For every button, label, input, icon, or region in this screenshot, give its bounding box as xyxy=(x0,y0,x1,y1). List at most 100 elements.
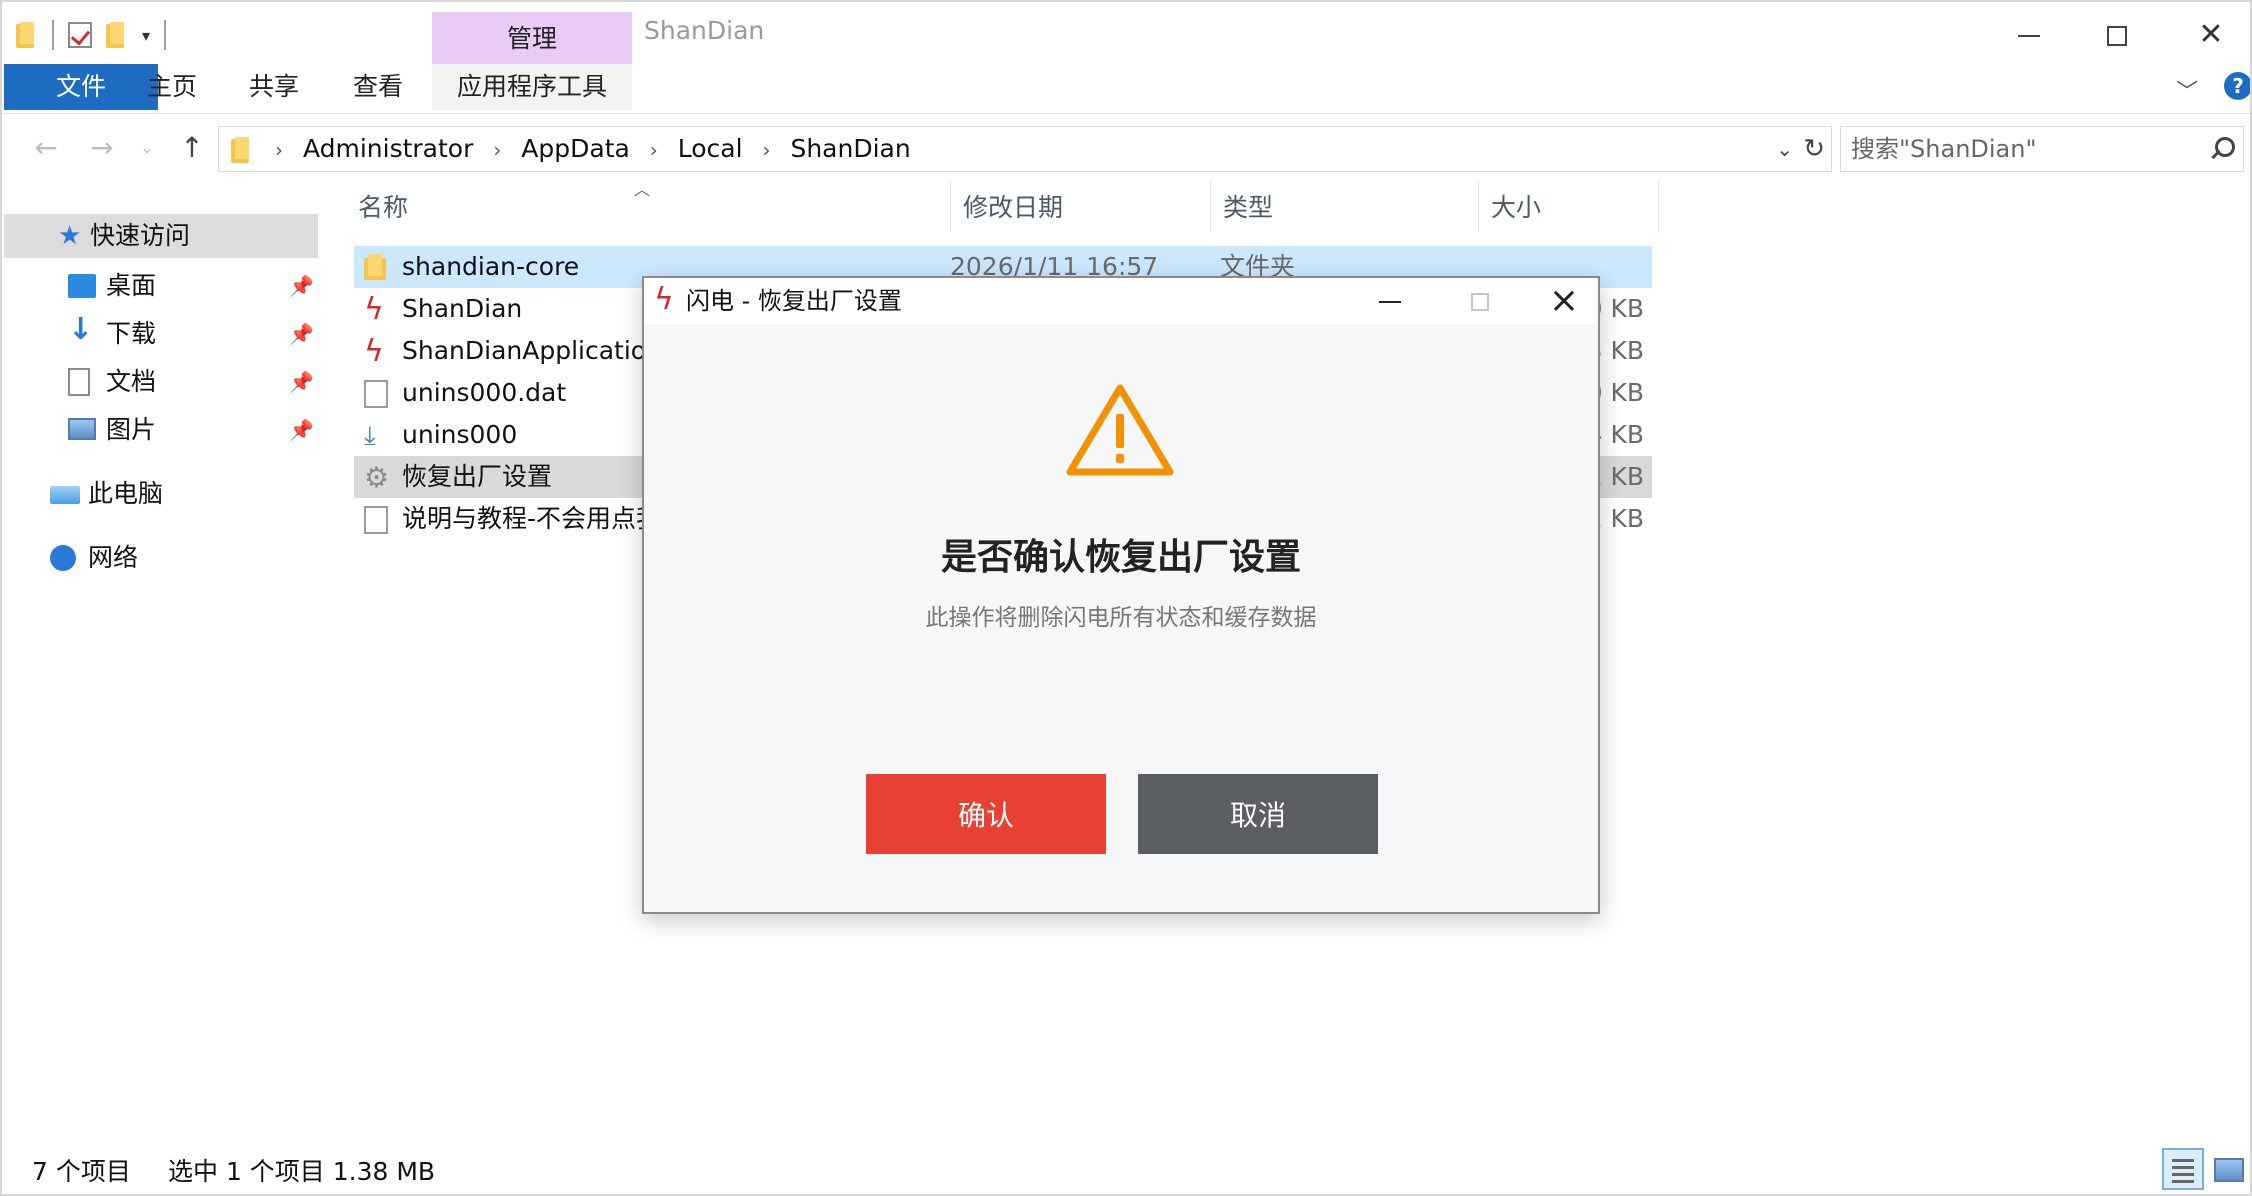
file-name: shandian-core xyxy=(402,252,580,281)
sidebar-item-label: 文档 xyxy=(106,367,157,396)
close-icon: × xyxy=(1548,280,1580,321)
manage-context-tab[interactable]: 管理 xyxy=(432,12,632,64)
minimize-button[interactable] xyxy=(1986,10,2072,60)
dialog-message: 此操作将删除闪电所有状态和缓存数据 xyxy=(925,605,1317,631)
navigation-pane: ★ 快速访问 桌面 📌 ↓ 下载 📌 文档 📌 图片 📌 此电脑 网络 xyxy=(2,180,320,1140)
close-button[interactable]: ✕ xyxy=(2168,10,2250,60)
breadcrumb-separator-icon[interactable]: › xyxy=(481,138,513,162)
maximize-button[interactable] xyxy=(2074,10,2160,60)
dialog-title-bar: ϟ 闪电 - 恢复出厂设置 × xyxy=(644,278,1598,324)
expand-ribbon-chevron-icon[interactable]: ﹀ xyxy=(2176,74,2206,105)
maximize-icon xyxy=(2107,25,2127,46)
minimize-icon xyxy=(1379,300,1401,303)
minimize-icon xyxy=(2018,34,2040,37)
dialog-title: 闪电 - 恢复出厂设置 xyxy=(686,287,902,315)
sidebar-item-this-pc[interactable]: 此电脑 xyxy=(50,472,310,516)
recent-locations-chevron-icon[interactable]: ⌄ xyxy=(132,128,162,168)
folder-icon xyxy=(16,22,38,48)
file-name: unins000.dat xyxy=(402,378,567,407)
status-selection: 选中 1 个项目 1.38 MB xyxy=(168,1157,436,1186)
search-input[interactable] xyxy=(1851,131,2191,167)
tab-application-tools[interactable]: 应用程序工具 xyxy=(432,64,632,110)
toolbar-separator xyxy=(164,20,167,50)
new-folder-icon[interactable] xyxy=(106,22,128,48)
star-icon: ★ xyxy=(58,221,82,251)
ribbon-tabs: 文件 主页 共享 查看 应用程序工具 ﹀ ? xyxy=(2,64,2250,114)
close-icon: ✕ xyxy=(2198,17,2224,52)
status-bar: 7 个项目 选中 1 个项目 1.38 MB xyxy=(32,1152,435,1188)
sidebar-item-pictures[interactable]: 图片 📌 xyxy=(68,408,318,452)
column-header-type[interactable]: 类型 xyxy=(1210,180,1480,232)
maximize-icon xyxy=(1471,292,1489,311)
column-header-size[interactable]: 大小 xyxy=(1478,180,1658,232)
folder-icon xyxy=(231,137,253,163)
breadcrumb-separator-icon[interactable]: › xyxy=(751,138,783,162)
column-divider xyxy=(1658,180,1659,232)
lightning-icon: ϟ xyxy=(364,334,384,369)
sidebar-item-label: 图片 xyxy=(106,415,157,444)
breadcrumb: › Administrator › AppData › Local › Shan… xyxy=(263,127,911,171)
dialog-heading: 是否确认恢复出厂设置 xyxy=(940,537,1301,578)
file-name: 恢复出厂设置 xyxy=(402,462,553,491)
file-icon xyxy=(364,380,388,408)
lightning-icon: ϟ xyxy=(654,282,674,317)
computer-icon xyxy=(50,486,80,504)
sidebar-item-desktop[interactable]: 桌面 📌 xyxy=(68,264,318,308)
up-arrow-icon[interactable]: ↑ xyxy=(172,128,212,168)
sidebar-item-label: 网络 xyxy=(88,543,139,572)
column-header-date[interactable]: 修改日期 xyxy=(950,180,1210,232)
tab-home[interactable]: 主页 xyxy=(128,64,216,110)
tab-share[interactable]: 共享 xyxy=(230,64,318,110)
pin-icon[interactable]: 📌 xyxy=(289,408,314,452)
dialog-close-button[interactable]: × xyxy=(1534,278,1594,324)
file-name: unins000 xyxy=(402,420,518,449)
file-name: 说明与教程-不会用点我 xyxy=(402,504,662,533)
help-icon[interactable]: ? xyxy=(2224,72,2250,100)
breadcrumb-separator-icon[interactable]: › xyxy=(638,138,670,162)
dialog-maximize-button[interactable] xyxy=(1450,278,1510,324)
large-icons-view-button[interactable] xyxy=(2208,1148,2250,1190)
title-bar: ▾ 管理 ShanDian ✕ xyxy=(2,2,2250,68)
dialog-minimize-button[interactable] xyxy=(1360,278,1420,324)
breadcrumb-local[interactable]: Local xyxy=(678,134,743,163)
breadcrumb-shandian[interactable]: ShanDian xyxy=(790,134,910,163)
cancel-button[interactable]: 取消 xyxy=(1138,774,1378,854)
status-item-count: 7 个项目 xyxy=(32,1157,131,1186)
pin-icon[interactable]: 📌 xyxy=(289,264,314,308)
quick-access-toolbar: ▾ xyxy=(16,18,167,52)
file-name: ShanDian xyxy=(402,294,523,323)
breadcrumb-appdata[interactable]: AppData xyxy=(521,134,630,163)
sidebar-item-label: 快速访问 xyxy=(90,221,191,250)
breadcrumb-administrator[interactable]: Administrator xyxy=(303,134,473,163)
uninstall-icon: ⤓ xyxy=(364,421,376,451)
window-title: ShanDian xyxy=(644,16,765,45)
refresh-icon[interactable]: ↻ xyxy=(1803,127,1825,171)
desktop-icon xyxy=(68,274,96,298)
sidebar-item-label: 下载 xyxy=(106,319,157,348)
pin-icon[interactable]: 📌 xyxy=(289,360,314,404)
customize-toolbar-icon[interactable]: ▾ xyxy=(142,26,150,45)
address-history-chevron-icon[interactable]: ⌄ xyxy=(1776,127,1793,171)
forward-arrow-icon[interactable]: → xyxy=(82,128,122,168)
toolbar-separator xyxy=(52,20,54,50)
address-bar[interactable]: › Administrator › AppData › Local › Shan… xyxy=(218,126,1832,172)
sidebar-item-documents[interactable]: 文档 📌 xyxy=(68,360,318,404)
tab-view[interactable]: 查看 xyxy=(334,64,422,110)
search-icon[interactable] xyxy=(2207,135,2235,163)
gear-icon: ⚙ xyxy=(364,461,390,494)
file-explorer-window: ▾ 管理 ShanDian ✕ 文件 主页 共享 查看 应用程序工具 ﹀ ? ←… xyxy=(0,0,2252,1196)
pin-icon[interactable]: 📌 xyxy=(289,312,314,356)
confirm-button[interactable]: 确认 xyxy=(866,774,1106,854)
properties-icon[interactable] xyxy=(68,22,92,48)
lightning-icon: ϟ xyxy=(364,292,384,327)
sidebar-item-network[interactable]: 网络 xyxy=(50,536,310,580)
details-view-button[interactable] xyxy=(2162,1148,2204,1190)
back-arrow-icon[interactable]: ← xyxy=(26,128,66,168)
sidebar-item-quick-access[interactable]: ★ 快速访问 xyxy=(4,214,318,258)
column-header-name[interactable]: 名称 xyxy=(358,180,938,232)
download-arrow-icon: ↓ xyxy=(68,312,94,347)
sidebar-item-label: 此电脑 xyxy=(88,479,164,508)
search-box[interactable] xyxy=(1840,126,2244,172)
sidebar-item-downloads[interactable]: ↓ 下载 📌 xyxy=(68,312,318,356)
breadcrumb-separator-icon[interactable]: › xyxy=(263,138,295,162)
